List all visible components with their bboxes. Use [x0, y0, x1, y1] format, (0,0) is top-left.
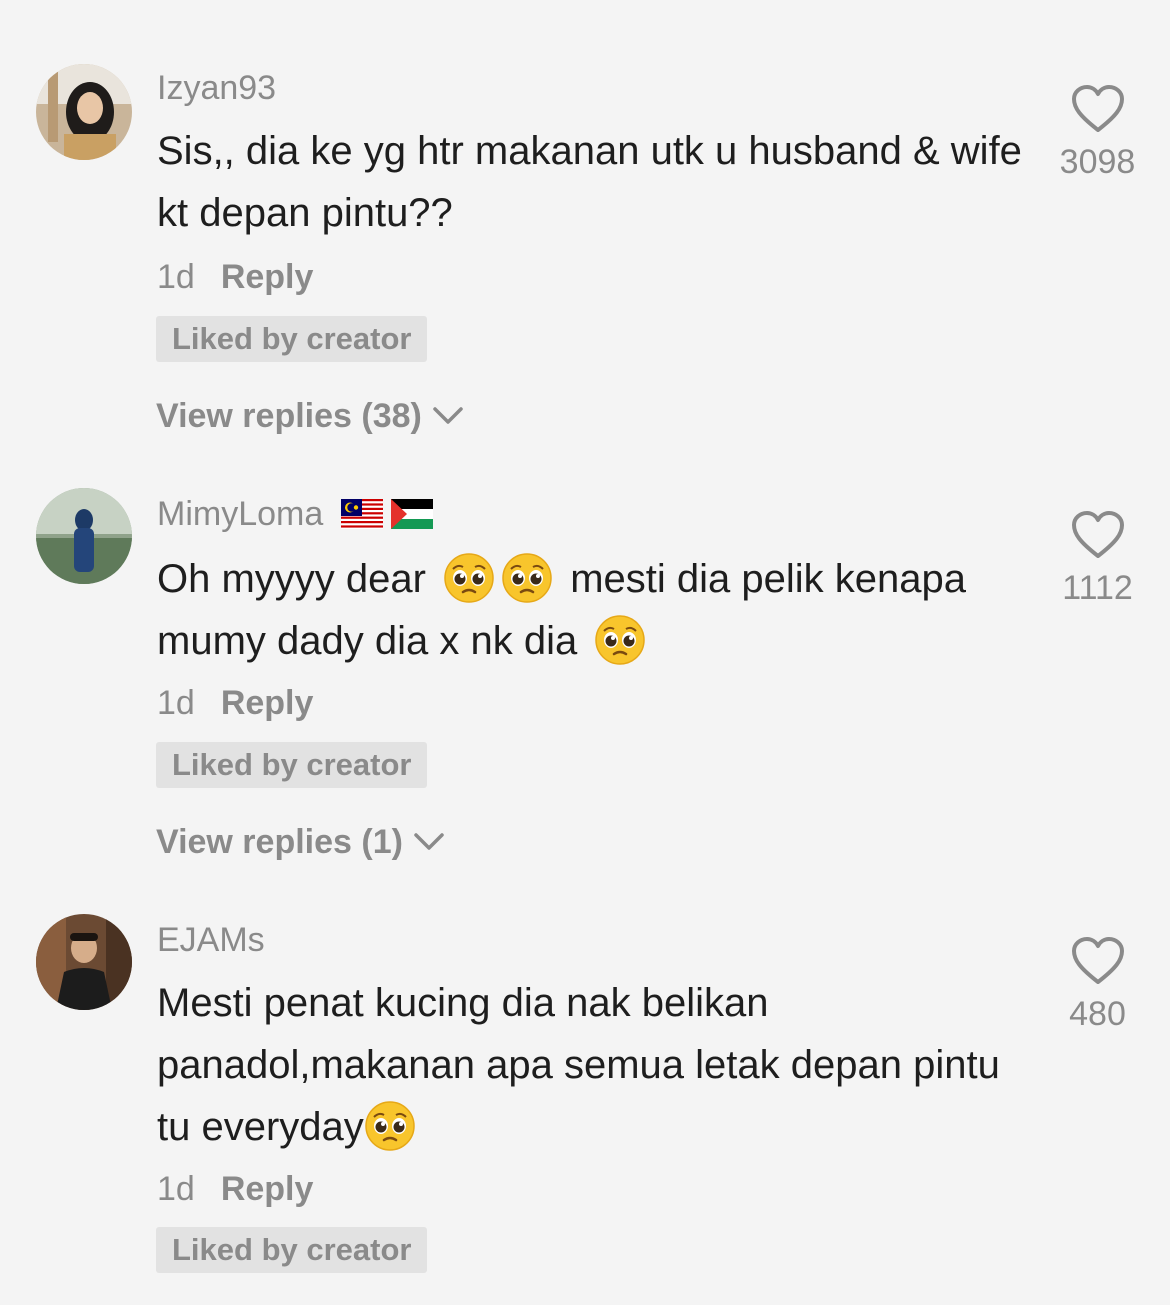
comment-item: MimyLoma Oh myyyy dear mesti dia pelik k…: [0, 460, 1170, 890]
chevron-down-icon: [413, 832, 445, 852]
comment-meta: 1d Reply: [157, 1169, 313, 1209]
avatar-image: [36, 64, 132, 160]
comment-meta: 1d Reply: [157, 683, 313, 723]
flags: [341, 499, 434, 529]
username: MimyLoma: [157, 494, 434, 534]
username-label[interactable]: MimyLoma: [157, 494, 323, 534]
liked-by-creator-badge: Liked by creator: [156, 316, 428, 362]
like-count: 3098: [1059, 143, 1136, 181]
like-count: 480: [1069, 995, 1126, 1033]
pleading-face-emoji-icon: [594, 614, 646, 666]
comment-meta: 1d Reply: [157, 257, 313, 297]
pleading-face-emoji-icon: [364, 1100, 416, 1152]
heart-icon[interactable]: [1070, 510, 1126, 560]
username[interactable]: Izyan93: [157, 68, 276, 108]
comment-text-part1: Oh myyyy dear: [157, 557, 426, 601]
malaysia-flag-icon: [341, 499, 384, 529]
comment-item: Izyan93 Sis,, dia ke yg htr makanan utk …: [0, 0, 1170, 460]
pleading-face-emoji-icon: [501, 552, 553, 604]
comment-item: EJAMs Mesti penat kucing dia nak belikan…: [0, 890, 1170, 1305]
pleading-face-emoji-icon: [443, 552, 495, 604]
liked-by-creator-badge: Liked by creator: [156, 1227, 428, 1273]
username[interactable]: EJAMs: [157, 920, 265, 960]
like-control: 480: [1040, 936, 1155, 1034]
avatar-image: [36, 914, 132, 1010]
reply-button[interactable]: Reply: [221, 1170, 314, 1208]
reply-button[interactable]: Reply: [221, 684, 314, 722]
comment-time: 1d: [157, 684, 195, 722]
avatar[interactable]: [36, 914, 132, 1010]
comment-text: Oh myyyy dear mesti dia pelik kenapa mum…: [157, 548, 1027, 672]
like-count: 1112: [1062, 569, 1133, 607]
comment-text: Sis,, dia ke yg htr makanan utk u husban…: [157, 129, 1022, 235]
view-replies-label: View replies (1): [156, 823, 403, 861]
like-control: 3098: [1040, 84, 1155, 182]
comment-time: 1d: [157, 258, 195, 296]
comment-text: Mesti penat kucing dia nak belikan panad…: [157, 972, 1027, 1158]
view-replies-label: View replies (38): [156, 397, 422, 435]
chevron-down-icon: [432, 406, 464, 426]
comment-time: 1d: [157, 1170, 195, 1208]
liked-by-creator-badge: Liked by creator: [156, 742, 428, 788]
heart-icon[interactable]: [1070, 936, 1126, 986]
palestine-flag-icon: [391, 499, 434, 529]
view-replies-button[interactable]: View replies (38): [156, 396, 464, 436]
comment-text-body: Mesti penat kucing dia nak belikan panad…: [157, 981, 1000, 1149]
view-replies-button[interactable]: View replies (1): [156, 822, 445, 862]
like-control: 1112: [1040, 510, 1155, 608]
avatar[interactable]: [36, 488, 132, 584]
reply-button[interactable]: Reply: [221, 258, 314, 296]
heart-icon[interactable]: [1070, 84, 1126, 134]
avatar-image: [36, 488, 132, 584]
avatar[interactable]: [36, 64, 132, 160]
